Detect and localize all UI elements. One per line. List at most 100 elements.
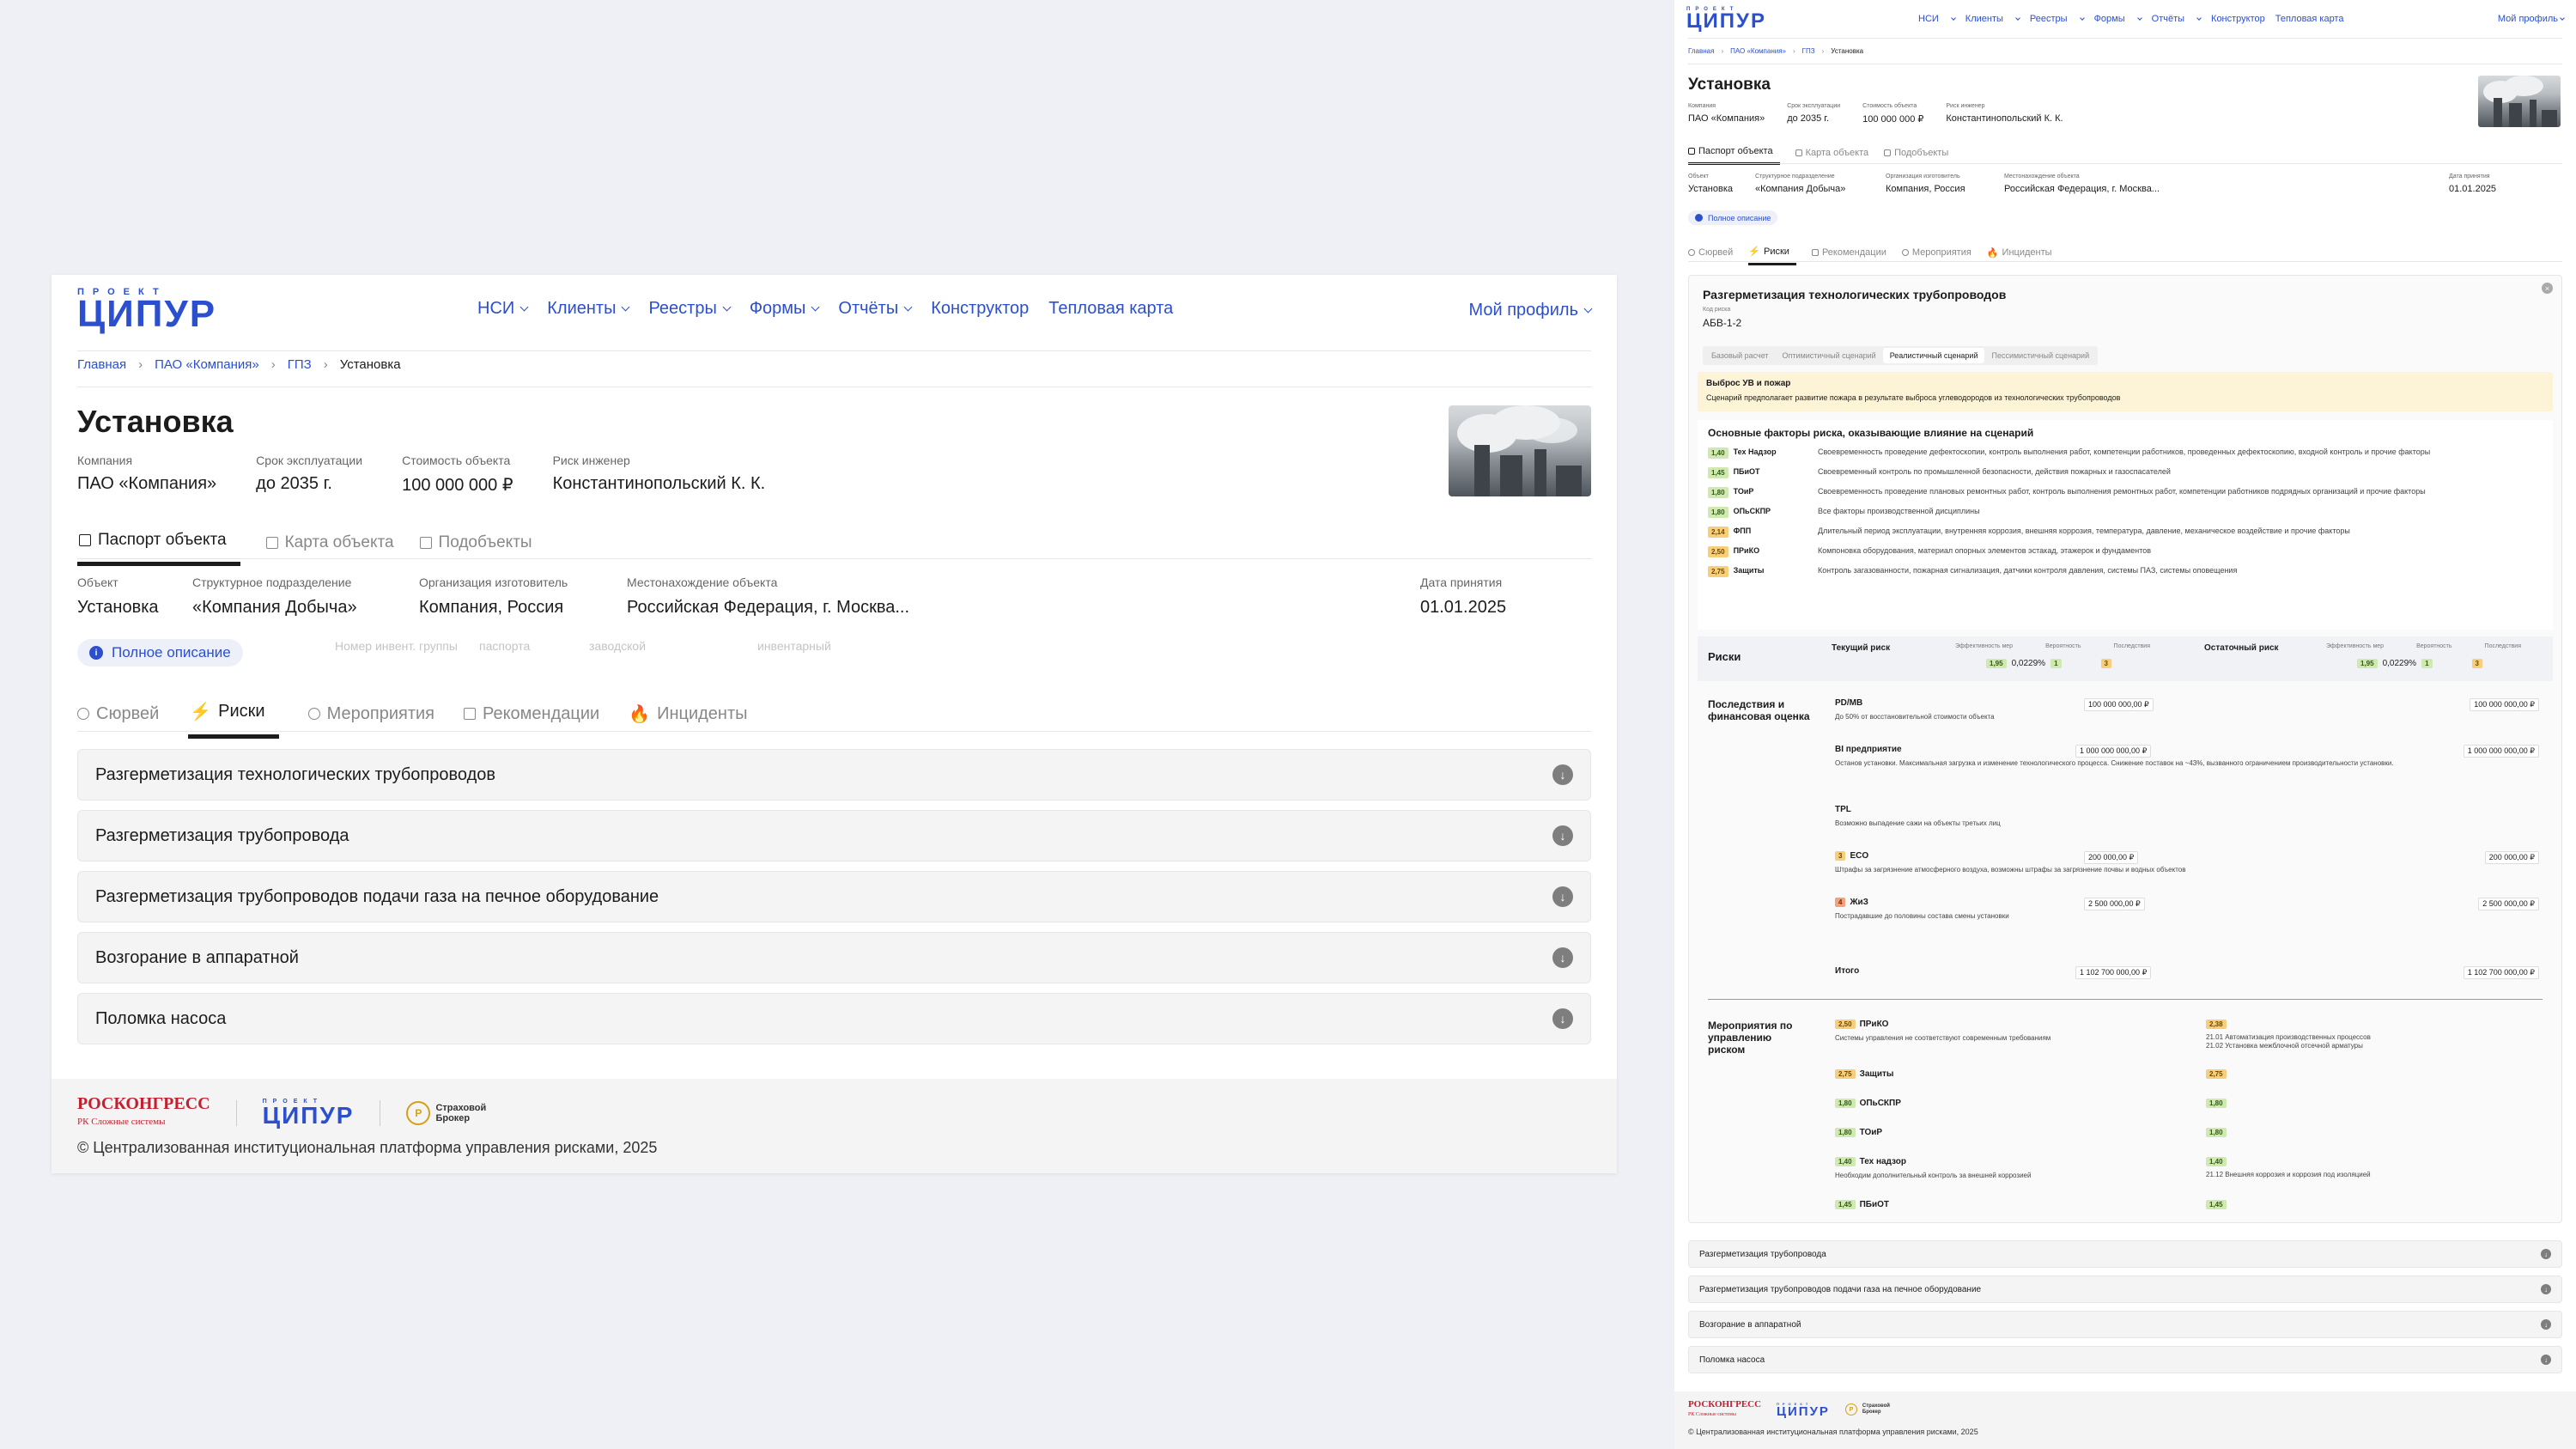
nav-constructor[interactable]: Конструктор	[2211, 14, 2265, 24]
edit-icon	[463, 708, 476, 720]
divider	[77, 558, 1591, 559]
ghost-label: Номер инвент. группы	[335, 639, 458, 653]
risk-factors: Основные факторы риска, оказывающие влия…	[1698, 420, 2553, 630]
nav-forms[interactable]: Формы	[750, 299, 820, 319]
scenario-realistic[interactable]: Реалистичный сценарий	[1882, 348, 1985, 363]
field-value: Установка	[77, 598, 159, 617]
crumb-company[interactable]: ПАО «Компания»	[155, 357, 259, 372]
profile-menu[interactable]: Мой профиль	[2498, 14, 2565, 24]
nav-constructor[interactable]: Конструктор	[931, 299, 1029, 319]
measure-row: 1,40 Тех надзор Необходим дополнительный …	[1835, 1157, 2371, 1179]
tab-passport[interactable]: Паспорт объекта	[77, 524, 240, 566]
risk-item[interactable]: Разгерметизация трубопровода ↓	[77, 810, 1591, 861]
ghost-label: паспорта	[479, 639, 531, 653]
divider	[77, 350, 1591, 351]
nav-clients[interactable]: Клиенты	[1965, 14, 2020, 24]
chevron-down-icon[interactable]: ↓	[1552, 764, 1573, 785]
nav-registers[interactable]: Реестры	[648, 299, 732, 319]
chevron-down-icon[interactable]: ↓	[1552, 825, 1573, 846]
divider	[1688, 38, 2562, 39]
logo[interactable]: ПРОЕКТ ЦИПУР	[77, 287, 216, 333]
footer-logos: РОСКОНГРЕСС РК Сложные системы ПРОЕКТ ЦИП…	[77, 1095, 486, 1129]
scenario-optimistic[interactable]: Оптимистичный сценарий	[1776, 348, 1883, 363]
risk-code-label: Код риска	[1703, 307, 1731, 313]
breadcrumb: Главная › ПАО «Компания» › ГПЗ › Установка	[1688, 47, 1864, 55]
risk-item[interactable]: Поломка насоса ↓	[1688, 1346, 2562, 1373]
nav-nsi[interactable]: НСИ	[477, 299, 529, 319]
chevron-down-icon[interactable]: ↓	[1552, 886, 1573, 907]
tab-map[interactable]: Карта объекта	[1795, 143, 1868, 165]
chevron-down-icon[interactable]: ↓	[2541, 1355, 2551, 1365]
residual-probability: 0,0229%	[2382, 659, 2417, 668]
tab-survey[interactable]: Сюрвей	[77, 694, 159, 739]
tab-subobjects[interactable]: Подобъекты	[1884, 143, 1948, 165]
nav-heatmap[interactable]: Тепловая карта	[1048, 299, 1173, 319]
crumb-company[interactable]: ПАО «Компания»	[1730, 47, 1786, 55]
crumb-home[interactable]: Главная	[77, 357, 126, 372]
roscongress-logo[interactable]: РОСКОНГРЕСС РК Сложные системы	[1688, 1400, 1761, 1419]
chevron-down-icon[interactable]: ↓	[2541, 1249, 2551, 1259]
object-tabs: Паспорт объекта Карта объекта Подобъекты	[77, 524, 558, 566]
tab-subobjects[interactable]: Подобъекты	[419, 524, 532, 566]
tab-incidents[interactable]: 🔥 Инциденты	[629, 694, 747, 739]
measure-row: 1,45 ПБиОТ 1,45	[1835, 1200, 2539, 1209]
risk-item[interactable]: Разгерметизация трубопроводов подачи газ…	[1688, 1275, 2562, 1303]
nav-registers[interactable]: Реестры	[2030, 14, 2085, 24]
risk-item[interactable]: Возгорание в аппаратной ↓	[1688, 1311, 2562, 1338]
field-label: Структурное подразделение	[192, 575, 352, 589]
risk-item[interactable]: Разгерметизация технологических трубопро…	[77, 749, 1591, 801]
broker-logo[interactable]: Р Страховой Брокер	[1844, 1403, 1890, 1416]
crumb-gpz[interactable]: ГПЗ	[288, 357, 312, 372]
tab-measures[interactable]: Мероприятия	[307, 694, 434, 739]
crumb-gpz[interactable]: ГПЗ	[1802, 47, 1815, 55]
measure-row: 2,75 Защиты 2,75	[1835, 1069, 2539, 1079]
residual-consequence: 3	[2471, 659, 2482, 668]
risk-item[interactable]: Разгерметизация трубопровода ↓	[1688, 1240, 2562, 1268]
object-photo[interactable]	[2478, 76, 2561, 127]
risk-item[interactable]: Разгерметизация трубопроводов подачи газ…	[77, 871, 1591, 922]
tab-risks[interactable]: ⚡ Риски	[188, 694, 279, 739]
full-description-button[interactable]: Полное описание	[1688, 210, 1778, 225]
nav-nsi[interactable]: НСИ	[1918, 14, 1956, 24]
tab-recommendations[interactable]: Рекомендации	[463, 694, 599, 739]
chevron-down-icon[interactable]: ↓	[2541, 1284, 2551, 1294]
ghost-label: инвентарный	[757, 639, 831, 653]
risk-code: АБВ-1-2	[1703, 317, 1742, 329]
nav-heatmap[interactable]: Тепловая карта	[2275, 14, 2344, 24]
cipur-logo[interactable]: ПРОЕКТ ЦИПУР	[1777, 1402, 1830, 1418]
risk-title: Разгерметизация технологических трубопро…	[1703, 288, 2007, 301]
divider	[1688, 163, 2562, 164]
risk-item[interactable]: Возгорание в аппаратной ↓	[77, 932, 1591, 983]
page-title: Установка	[1688, 76, 1771, 94]
hierarchy-icon	[1884, 149, 1892, 156]
scenario-pessimistic[interactable]: Пессимистичный сценарий	[1984, 348, 2096, 363]
chevron-down-icon[interactable]: ↓	[1552, 1008, 1573, 1029]
chevron-down-icon[interactable]: ↓	[2541, 1319, 2551, 1330]
full-description-button[interactable]: i Полное описание	[77, 639, 243, 667]
nav-forms[interactable]: Формы	[2094, 14, 2142, 24]
logo[interactable]: ПРОЕКТ ЦИПУР	[1686, 7, 1766, 32]
divider	[235, 1099, 237, 1126]
object-photo[interactable]	[1449, 405, 1591, 496]
divider	[1708, 999, 2543, 1000]
nav-reports[interactable]: Отчёты	[2152, 14, 2202, 24]
tab-passport[interactable]: Паспорт объекта	[1688, 143, 1780, 165]
chevron-down-icon[interactable]: ↓	[1552, 947, 1573, 968]
field-label: Местонахождение объекта	[627, 575, 778, 589]
tab-map[interactable]: Карта объекта	[265, 524, 394, 566]
risk-item[interactable]: Поломка насоса ↓	[77, 993, 1591, 1044]
cipur-logo[interactable]: ПРОЕКТ ЦИПУР	[263, 1099, 355, 1128]
broker-logo[interactable]: Р Страховой Брокер	[406, 1100, 486, 1125]
crumb-home[interactable]: Главная	[1688, 47, 1714, 55]
nav-reports[interactable]: Отчёты	[838, 299, 913, 319]
breadcrumb: Главная › ПАО «Компания» › ГПЗ › Установ…	[77, 357, 401, 372]
profile-menu[interactable]: Мой профиль	[1468, 301, 1593, 320]
scenario-base[interactable]: Базовый расчет	[1704, 348, 1776, 363]
roscongress-logo[interactable]: РОСКОНГРЕСС РК Сложные системы	[77, 1095, 210, 1129]
field-label: Дата принятия	[1420, 575, 1503, 589]
meta-value: ПАО «Компания»	[77, 474, 217, 493]
nav-clients[interactable]: Клиенты	[547, 299, 630, 319]
survey-icon	[77, 708, 89, 720]
close-icon[interactable]: ×	[2542, 283, 2553, 294]
book-icon	[1688, 148, 1695, 155]
